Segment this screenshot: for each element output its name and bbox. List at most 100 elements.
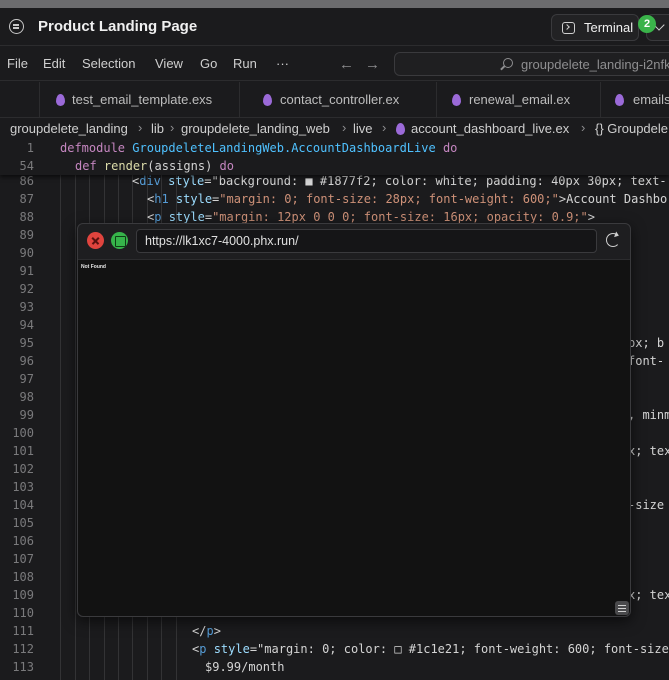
line-number: 106	[12, 534, 34, 548]
elixir-file-icon	[615, 94, 624, 106]
line-number: 99	[19, 408, 34, 422]
line-number: 111	[12, 624, 34, 638]
close-icon[interactable]	[87, 232, 104, 249]
title-bar: Product Landing Page Terminal 2	[0, 8, 669, 46]
line-number: 104	[12, 498, 34, 512]
code-line[interactable]: x; tex	[628, 588, 669, 602]
chat-bubble-icon[interactable]	[9, 19, 24, 34]
line-number: 92	[19, 282, 34, 296]
line-number: 113	[12, 660, 34, 674]
line-number: 86	[19, 174, 34, 188]
tab-label: test_email_template.exs	[72, 92, 213, 107]
window-title: Product Landing Page	[38, 18, 198, 35]
tab-test-email-template[interactable]: test_email_template.exs	[40, 82, 240, 117]
line-number: 108	[12, 570, 34, 584]
elixir-file-icon	[396, 123, 405, 135]
line-number: 54	[19, 159, 34, 173]
line-number: 89	[19, 228, 34, 242]
line-number: 96	[19, 354, 34, 368]
not-found-text: Not Found	[81, 264, 106, 270]
tab-label: renewal_email.ex	[469, 92, 571, 107]
line-number: 102	[12, 462, 34, 476]
menu-file[interactable]: File	[7, 56, 28, 71]
forward-arrow-icon[interactable]: →	[365, 56, 380, 73]
menu-view[interactable]: View	[155, 56, 183, 71]
line-number: 109	[12, 588, 34, 602]
breadcrumb-file[interactable]: account_dashboard_live.ex	[411, 121, 569, 136]
tab-emails[interactable]: emails	[601, 82, 669, 117]
tab-bar: test_email_template.exs contact_controll…	[0, 82, 669, 118]
elixir-file-icon	[452, 94, 461, 106]
tab-label: emails	[633, 92, 669, 107]
chevron-right-icon: ›	[581, 120, 586, 135]
code-line[interactable]: $9.99/month	[205, 660, 284, 674]
terminal-button[interactable]: Terminal	[551, 14, 639, 41]
terminal-label: Terminal	[584, 20, 634, 35]
tab-label: contact_controller.ex	[280, 92, 400, 107]
menu-more[interactable]: ···	[276, 56, 289, 71]
browser-preview-panel: https://lk1xc7-4000.phx.run/ Not Found	[77, 223, 631, 617]
elixir-file-icon	[56, 94, 65, 106]
search-icon	[503, 58, 513, 68]
line-number: 110	[12, 606, 34, 620]
indent-guide	[75, 175, 76, 680]
sticky-scroll-header: 1 defmodule GroupdeleteLandingWeb.Accoun…	[0, 139, 669, 175]
expand-icon[interactable]	[111, 232, 128, 249]
url-text: https://lk1xc7-4000.phx.run/	[145, 234, 299, 248]
chevron-right-icon: ›	[382, 120, 387, 135]
line-number: 94	[19, 318, 34, 332]
menu-bar: File Edit Selection View Go Run ··· ← → …	[0, 47, 669, 81]
line-number: 100	[12, 426, 34, 440]
line-number: 98	[19, 390, 34, 404]
tab-renewal-email[interactable]: renewal_email.ex	[437, 82, 601, 117]
breadcrumb: groupdelete_landing › lib › groupdelete_…	[0, 119, 669, 139]
back-arrow-icon[interactable]: ←	[339, 56, 354, 73]
code-line-sticky-module[interactable]: defmodule GroupdeleteLandingWeb.AccountD…	[60, 141, 457, 155]
elixir-file-icon	[263, 94, 272, 106]
line-number: 112	[12, 642, 34, 656]
code-line[interactable]: px; b	[628, 336, 664, 350]
code-line[interactable]: font-	[628, 354, 664, 368]
window-top-strip	[0, 0, 669, 8]
refresh-icon[interactable]	[606, 233, 620, 247]
line-number: 90	[19, 246, 34, 260]
tab-partial[interactable]	[0, 82, 40, 117]
chevron-right-icon: ›	[138, 120, 143, 135]
menu-selection[interactable]: Selection	[82, 56, 135, 71]
url-bar[interactable]: https://lk1xc7-4000.phx.run/	[136, 229, 597, 253]
notification-badge: 2	[638, 15, 656, 33]
code-line-sticky-render[interactable]: def render(assigns) do	[75, 159, 234, 173]
code-line[interactable]: x; tex	[628, 444, 669, 458]
menu-icon[interactable]	[615, 601, 629, 615]
line-number: 103	[12, 480, 34, 494]
preview-viewport[interactable]: Not Found	[78, 259, 630, 616]
breadcrumb-web[interactable]: groupdelete_landing_web	[181, 121, 330, 136]
code-line[interactable]: <p style="margin: 12px 0 0 0; font-size:…	[147, 210, 595, 224]
code-line[interactable]: </p>	[192, 624, 221, 638]
menu-edit[interactable]: Edit	[43, 56, 65, 71]
breadcrumb-project[interactable]: groupdelete_landing	[10, 121, 128, 136]
line-number: 93	[19, 300, 34, 314]
code-line[interactable]: <div style="background: ■ #1877f2; color…	[132, 174, 667, 188]
line-number: 91	[19, 264, 34, 278]
search-text: groupdelete_landing-i2nfk	[521, 57, 669, 72]
breadcrumb-live[interactable]: live	[353, 121, 373, 136]
chevron-right-icon: ›	[170, 120, 175, 135]
line-number: 101	[12, 444, 34, 458]
line-number: 88	[19, 210, 34, 224]
tab-contact-controller[interactable]: contact_controller.ex	[240, 82, 437, 117]
chevron-right-icon: ›	[342, 120, 347, 135]
line-number: 87	[19, 192, 34, 206]
code-line[interactable]: -size	[628, 498, 664, 512]
menu-run[interactable]: Run	[233, 56, 257, 71]
code-line[interactable]: , minm	[628, 408, 669, 422]
line-number: 107	[12, 552, 34, 566]
breadcrumb-lib[interactable]: lib	[151, 121, 164, 136]
command-search-box[interactable]: groupdelete_landing-i2nfk	[394, 52, 669, 76]
line-number: 1	[26, 141, 34, 155]
breadcrumb-symbol[interactable]: {} Groupdele	[595, 121, 668, 136]
code-line[interactable]: <p style="margin: 0; color: □ #1c1e21; f…	[192, 642, 669, 656]
code-line[interactable]: <h1 style="margin: 0; font-size: 28px; f…	[147, 192, 667, 206]
line-number: 95	[19, 336, 34, 350]
menu-go[interactable]: Go	[200, 56, 217, 71]
